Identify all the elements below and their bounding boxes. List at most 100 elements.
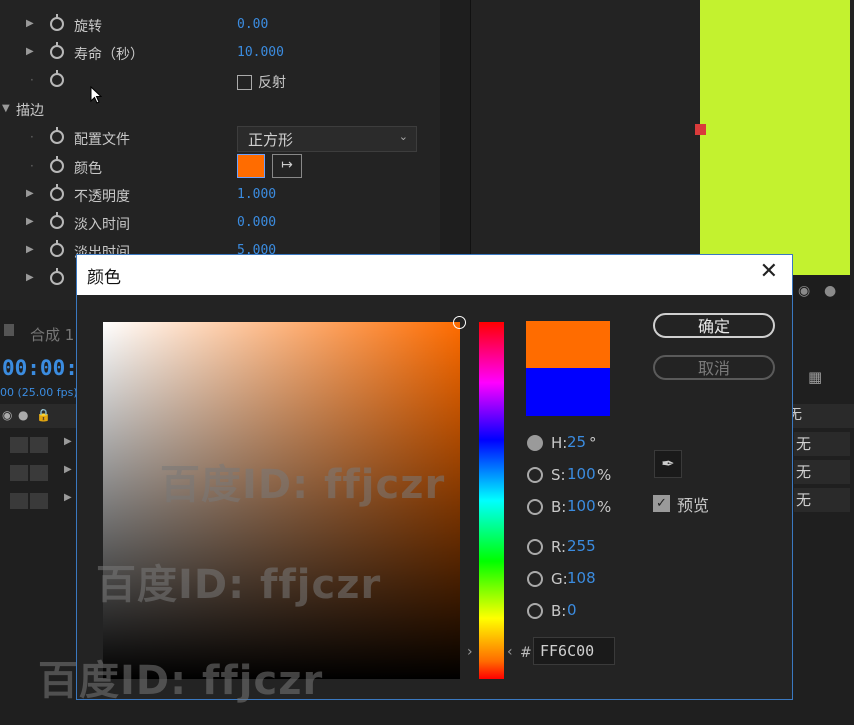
layer-av-switch[interactable] (10, 493, 28, 509)
property-row-lifespan: ▶ 寿命（秒） 10.000 (0, 41, 440, 69)
solo-icon[interactable]: ● (18, 408, 28, 422)
dot-icon: · (30, 73, 34, 87)
stopwatch-icon[interactable] (50, 240, 64, 257)
hue-slider[interactable] (479, 322, 504, 679)
hue-slider-handle-left-icon[interactable]: › (467, 644, 473, 660)
red-label: R: (551, 538, 567, 556)
hue-value[interactable]: 25 (567, 433, 586, 451)
property-row-color: · 颜色 ↦ (0, 154, 440, 183)
green-value[interactable]: 108 (567, 569, 596, 587)
film-icon[interactable]: ▦ (808, 368, 830, 386)
saturation-radio[interactable] (527, 467, 543, 483)
brightness-radio[interactable] (527, 499, 543, 515)
camera-icon[interactable]: ◉ (798, 283, 816, 299)
twirl-icon[interactable]: ▶ (64, 492, 72, 503)
property-label: 淡入时间 (74, 217, 130, 233)
red-value[interactable]: 255 (567, 537, 596, 555)
stopwatch-icon[interactable] (50, 127, 64, 144)
hex-input[interactable]: FF6C00 (533, 637, 615, 665)
blend-mode-dropdown[interactable]: 无 (794, 488, 850, 512)
hue-radio[interactable] (527, 435, 543, 451)
blue-value[interactable]: 0 (567, 601, 577, 619)
lock-icon[interactable]: 🔒 (36, 408, 51, 422)
layer-av-switch[interactable] (10, 465, 28, 481)
new-color-preview (526, 321, 610, 368)
property-value[interactable]: 1.000 (237, 187, 276, 202)
dialog-titlebar[interactable]: 颜色 ✕ (77, 255, 792, 295)
twirl-icon[interactable]: ▶ (26, 244, 34, 255)
hue-slider-handle-right-icon[interactable]: ‹ (507, 644, 513, 660)
brightness-unit: % (597, 498, 612, 516)
brightness-value[interactable]: 100 (567, 497, 596, 515)
stroke-group-header[interactable]: ▼ 描边 (0, 100, 440, 128)
property-value[interactable]: 0.00 (237, 17, 268, 32)
stopwatch-icon[interactable] (50, 14, 64, 31)
property-value[interactable]: 0.000 (237, 215, 276, 230)
channel-icon[interactable]: ● (824, 283, 842, 299)
eyedropper-icon[interactable]: ↦ (272, 154, 302, 178)
twirl-icon[interactable]: ▶ (26, 272, 34, 283)
layer-solo-switch[interactable] (30, 493, 48, 509)
composition-canvas[interactable] (700, 0, 850, 275)
cancel-button[interactable]: 取消 (653, 355, 775, 380)
eye-icon[interactable]: ◉ (2, 408, 12, 422)
property-label: 颜色 (74, 161, 102, 177)
stopwatch-icon[interactable] (50, 268, 64, 285)
color-swatch[interactable] (237, 154, 265, 178)
layer-solo-switch[interactable] (30, 437, 48, 453)
color-picker-marker[interactable] (453, 316, 466, 329)
composition-tab[interactable]: 合成 1 (30, 324, 74, 345)
property-row-fade-in: ▶ 淡入时间 0.000 (0, 211, 440, 239)
composition-viewer (470, 0, 701, 275)
property-value[interactable]: 10.000 (237, 45, 284, 60)
property-label: 不透明度 (74, 189, 130, 205)
twirl-icon[interactable]: ▶ (26, 18, 34, 29)
frame-rate-label: 00 (25.00 fps) (0, 386, 78, 399)
reflect-checkbox[interactable] (237, 75, 252, 90)
red-radio[interactable] (527, 539, 543, 555)
chevron-down-icon[interactable]: ▼ (2, 103, 10, 114)
composition-tab-icon (4, 324, 14, 336)
preview-checkbox[interactable]: ✓ (653, 495, 670, 512)
twirl-icon[interactable]: ▶ (26, 188, 34, 199)
stopwatch-icon[interactable] (50, 212, 64, 229)
layer-av-switch[interactable] (10, 437, 28, 453)
dialog-title: 颜色 (87, 268, 121, 288)
twirl-icon[interactable]: ▶ (64, 436, 72, 447)
saturation-value[interactable]: 100 (567, 465, 596, 483)
stopwatch-icon[interactable] (50, 70, 64, 87)
green-label: G: (551, 570, 568, 588)
eyedropper-icon[interactable]: ✒ (654, 450, 682, 478)
profile-dropdown[interactable]: 正方形 ⌄ (237, 126, 417, 152)
watermark: 百度ID: ffjczr (38, 658, 324, 704)
blue-radio[interactable] (527, 603, 543, 619)
green-radio[interactable] (527, 571, 543, 587)
hue-label: H: (551, 434, 568, 452)
property-label: 寿命（秒） (74, 47, 144, 63)
watermark: 百度ID: ffjczr (160, 462, 446, 508)
layer-solo-switch[interactable] (30, 465, 48, 481)
stopwatch-icon[interactable] (50, 42, 64, 59)
stopwatch-icon[interactable] (50, 156, 64, 173)
original-color-preview[interactable] (526, 368, 610, 416)
twirl-icon[interactable]: ▶ (64, 464, 72, 475)
close-icon[interactable]: ✕ (760, 259, 778, 284)
twirl-icon[interactable]: ▶ (26, 46, 34, 57)
property-row-rotation: ▶ 旋转 0.00 (0, 13, 440, 41)
saturation-label: S: (551, 466, 566, 484)
hue-unit: ° (589, 434, 597, 452)
preview-label: 预览 (677, 496, 710, 515)
stopwatch-icon[interactable] (50, 184, 64, 201)
blend-mode-dropdown[interactable]: 无 (794, 432, 850, 456)
property-label: 旋转 (74, 19, 102, 35)
twirl-icon[interactable]: ▶ (26, 216, 34, 227)
ok-button[interactable]: 确定 (653, 313, 775, 338)
dot-icon: · (30, 130, 34, 144)
hex-prefix: # (520, 645, 532, 661)
property-row-profile: · 配置文件 正方形 ⌄ (0, 126, 440, 154)
property-row-opacity: ▶ 不透明度 1.000 (0, 183, 440, 211)
layer-handle[interactable] (695, 124, 706, 135)
property-label: 配置文件 (74, 132, 130, 148)
blend-mode-dropdown[interactable]: 无 (794, 460, 850, 484)
watermark: 百度ID: ffjczr (96, 562, 382, 608)
